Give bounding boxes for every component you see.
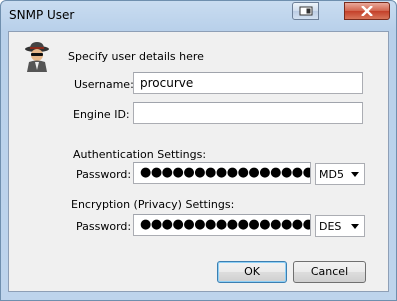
enc-password-input[interactable]: ●●●●●●●●●●●●●●●●●●●●●●●●●●●● [133,214,311,236]
username-label: Username: [74,78,134,91]
ok-button[interactable]: OK [217,261,287,283]
spy-agent-icon [23,42,51,75]
window-title: SNMP User [9,8,75,22]
help-button[interactable] [292,2,319,20]
auth-password-label: Password: [76,168,132,181]
enc-protocol-select[interactable]: DES [315,215,365,237]
engine-id-input[interactable] [133,102,363,124]
chevron-down-icon [351,224,359,229]
encryption-settings-label: Encryption (Privacy) Settings: [71,198,235,211]
auth-protocol-select[interactable]: MD5 [315,163,365,185]
username-input[interactable]: procurve [133,72,363,94]
close-button[interactable] [344,2,390,20]
authentication-settings-label: Authentication Settings: [73,148,207,161]
auth-password-input[interactable]: ●●●●●●●●●●●●●●●●●●●●●●●●●●●● [133,162,311,184]
dialog-body: Specify user details here Username: proc… [8,31,389,292]
enc-password-label: Password: [76,220,132,233]
instruction-text: Specify user details here [68,50,204,63]
cancel-button[interactable]: Cancel [293,261,366,283]
chevron-down-icon [351,172,359,177]
snmp-user-dialog: SNMP User Specify user details here User… [0,0,397,301]
engine-id-label: Engine ID: [73,108,130,121]
auth-protocol-value: MD5 [319,168,344,181]
enc-protocol-value: DES [319,220,342,233]
title-bar[interactable]: SNMP User [1,1,396,29]
